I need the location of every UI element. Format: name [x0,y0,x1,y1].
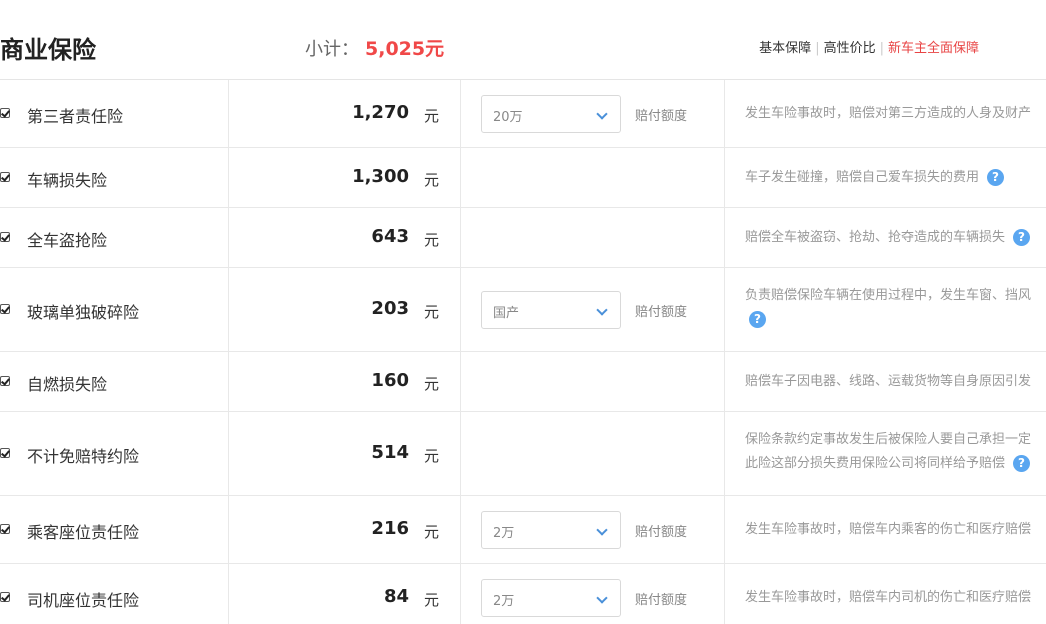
insurance-row: 玻璃单独破碎险 203 元 国产 赔付额度 负责赔偿保险车辆在使用过程中，发生车窗、挡… [0,268,1046,352]
filter-new-owner[interactable]: 新车主全面保障 [888,41,979,56]
plan-filters: 基本保障 | 高性价比 | 新车主全面保障 [759,37,979,56]
chevron-down-icon [596,524,608,536]
coverage-amount-select[interactable]: 20万 [481,95,621,133]
insurance-name: 司机座位责任险 [27,591,140,610]
insurance-description: 保险条款约定事故发生后被保险人要自己承担一定 [745,432,1032,447]
insurance-name: 全车盗抢险 [27,231,108,250]
coverage-amount-select[interactable]: 2万 [481,579,621,617]
checkbox-checked-icon[interactable] [0,304,10,314]
checkbox-checked-icon[interactable] [0,232,10,242]
insurance-price: 216 [371,518,409,539]
description-block: 负责赔偿保险车辆在使用过程中，发生车窗、挡风? [745,284,1031,332]
insurance-name: 自燃损失险 [27,375,108,394]
insurance-price: 203 [371,298,409,319]
price-unit: 元 [424,523,440,541]
price-unit: 元 [424,447,440,465]
coverage-amount-select[interactable]: 国产 [481,291,621,329]
price-unit: 元 [424,375,440,393]
insurance-row: 全车盗抢险 643 元 赔偿全车被盗窃、抢劫、抢夺造成的车辆损失? [0,208,1046,268]
description-block: 车子发生碰撞，赔偿自己爱车损失的费用? [745,166,1005,190]
subtotal: 小计： 5,025元 [305,34,444,61]
description-block: 保险条款约定事故发生后被保险人要自己承担一定 此险这部分损失费用保险公司将同样给予… [745,428,1031,476]
question-mark-icon[interactable]: ? [749,311,766,328]
checkbox-checked-icon[interactable] [0,524,10,534]
insurance-description: 此险这部分损失费用保险公司将同样给予赔偿 [745,456,1006,471]
payout-label: 赔付额度 [635,593,688,608]
filter-value[interactable]: 高性价比 [824,41,876,56]
insurance-row: 司机座位责任险 84 元 2万 赔付额度 发生车险事故时，赔偿车内司机的伤亡和医疗赔偿 [0,564,1046,624]
filter-separator: | [815,41,820,56]
coverage-amount-select[interactable]: 2万 [481,511,621,549]
checkbox-checked-icon[interactable] [0,172,10,182]
payout-label: 赔付额度 [635,109,688,124]
question-mark-icon[interactable]: ? [1013,229,1031,246]
description-block: 赔偿全车被盗窃、抢劫、抢夺造成的车辆损失? [745,226,1031,250]
insurance-name: 车辆损失险 [27,171,108,190]
description-block: 发生车险事故时，赔偿对第三方造成的人身及财产 [745,102,1031,126]
price-unit: 元 [424,591,440,609]
coverage-amount-value: 国产 [493,306,520,321]
filter-basic[interactable]: 基本保障 [759,41,811,56]
coverage-amount-value: 20万 [493,110,523,125]
insurance-name: 玻璃单独破碎险 [27,303,140,322]
insurance-description: 发生车险事故时，赔偿对第三方造成的人身及财产 [745,106,1032,121]
page-title: 商业保险 [0,36,96,64]
chevron-down-icon [596,304,608,316]
insurance-row: 乘客座位责任险 216 元 2万 赔付额度 发生车险事故时，赔偿车内乘客的伤亡和医疗赔… [0,496,1046,564]
insurance-row: 车辆损失险 1,300 元 车子发生碰撞，赔偿自己爱车损失的费用? [0,148,1046,208]
insurance-description: 赔偿全车被盗窃、抢劫、抢夺造成的车辆损失 [745,230,1006,245]
insurance-row: 不计免赔特约险 514 元 保险条款约定事故发生后被保险人要自己承担一定 此险这部分损失… [0,412,1046,496]
checkbox-checked-icon[interactable] [0,592,10,602]
insurance-description: 发生车险事故时，赔偿车内乘客的伤亡和医疗赔偿 [745,522,1032,537]
description-block: 发生车险事故时，赔偿车内司机的伤亡和医疗赔偿 [745,586,1031,610]
price-unit: 元 [424,303,440,321]
insurance-price: 514 [371,442,409,463]
question-mark-icon[interactable]: ? [1013,455,1031,472]
insurance-price: 84 [383,586,409,607]
insurance-row: 自燃损失险 160 元 赔偿车子因电器、线路、运载货物等自身原因引发 [0,352,1046,412]
question-mark-icon[interactable]: ? [987,169,1005,186]
insurance-name: 乘客座位责任险 [27,523,140,542]
insurance-name: 第三者责任险 [27,107,124,126]
insurance-price: 643 [371,226,409,247]
insurance-name: 不计免赔特约险 [27,447,140,466]
checkbox-checked-icon[interactable] [0,448,10,458]
insurance-description: 赔偿车子因电器、线路、运载货物等自身原因引发 [745,374,1032,389]
insurance-row: 第三者责任险 1,270 元 20万 赔付额度 发生车险事故时，赔偿对第三方造成的人身… [0,80,1046,148]
payout-label: 赔付额度 [635,525,688,540]
insurance-header: 商业保险 小计： 5,025元 基本保障 | 高性价比 | 新车主全面保障 [0,0,1046,80]
insurance-price: 160 [371,370,409,391]
subtotal-amount: 5,025元 [365,38,445,60]
insurance-description: 车子发生碰撞，赔偿自己爱车损失的费用 [745,170,980,185]
checkbox-checked-icon[interactable] [0,376,10,386]
price-unit: 元 [424,171,440,189]
insurance-description: 负责赔偿保险车辆在使用过程中，发生车窗、挡风 [745,288,1032,303]
chevron-down-icon [596,592,608,604]
description-block: 赔偿车子因电器、线路、运载货物等自身原因引发 [745,370,1031,394]
insurance-price: 1,270 [352,102,409,123]
price-unit: 元 [424,107,440,125]
coverage-amount-value: 2万 [493,594,515,609]
price-unit: 元 [424,231,440,249]
insurance-description: 发生车险事故时，赔偿车内司机的伤亡和医疗赔偿 [745,590,1032,605]
chevron-down-icon [596,108,608,120]
checkbox-checked-icon[interactable] [0,108,10,118]
description-block: 发生车险事故时，赔偿车内乘客的伤亡和医疗赔偿 [745,518,1031,542]
filter-separator: | [879,41,884,56]
subtotal-label: 小计： [305,39,359,60]
payout-label: 赔付额度 [635,305,688,320]
coverage-amount-value: 2万 [493,526,515,541]
insurance-price: 1,300 [352,166,409,187]
